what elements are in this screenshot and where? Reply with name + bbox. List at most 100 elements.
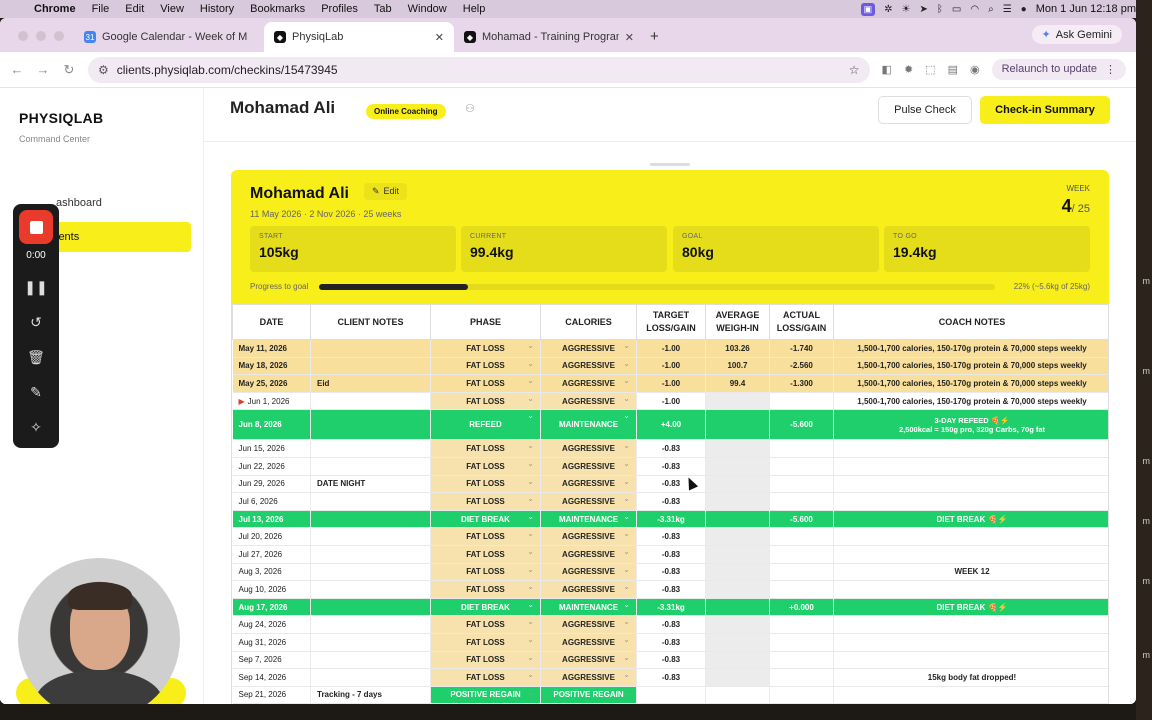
cell-target[interactable]: -0.83 [636, 580, 706, 599]
cell-coach-notes[interactable]: DIET BREAK 🍕⚡ [833, 510, 1108, 529]
table-row[interactable]: Jul 6, 2026 FAT LOSSAGGRESSIVE-0.83 [232, 492, 1108, 511]
cell-phase-select[interactable]: FAT LOSS [430, 392, 541, 411]
cell-client-notes[interactable]: Eid [310, 374, 431, 393]
cell-calories-select[interactable]: AGGRESSIVE [540, 374, 637, 393]
cell-actual[interactable] [769, 457, 834, 476]
cell-average-weigh-in[interactable] [705, 563, 770, 582]
cell-average-weigh-in[interactable] [705, 668, 770, 687]
cell-actual[interactable]: -5.600 [769, 510, 834, 529]
cell-client-notes[interactable] [310, 563, 431, 582]
cell-average-weigh-in[interactable] [705, 615, 770, 634]
cell-target[interactable]: -0.83 [636, 633, 706, 652]
table-row[interactable]: Aug 31, 2026 FAT LOSSAGGRESSIVE-0.83 [232, 633, 1108, 652]
cell-actual[interactable] [769, 686, 834, 704]
cell-coach-notes[interactable] [833, 651, 1108, 670]
profile-avatar-icon[interactable]: ◉ [970, 63, 980, 76]
cell-average-weigh-in[interactable] [705, 545, 770, 564]
cell-calories-select[interactable]: AGGRESSIVE [540, 580, 637, 599]
cell-target[interactable]: -1.00 [636, 339, 706, 358]
cell-average-weigh-in[interactable] [705, 580, 770, 599]
restart-icon[interactable]: ↺ [30, 314, 42, 331]
header-actual[interactable]: ACTUAL LOSS/GAIN [769, 304, 834, 340]
table-row[interactable]: Aug 3, 2026 FAT LOSSAGGRESSIVE-0.83 WEEK 1… [232, 563, 1108, 582]
menu-history[interactable]: History [192, 3, 242, 15]
cell-coach-notes[interactable]: 15kg body fat dropped! [833, 668, 1108, 687]
header-date[interactable]: DATE [232, 304, 311, 340]
cell-coach-notes[interactable] [833, 633, 1108, 652]
cell-average-weigh-in[interactable] [705, 457, 770, 476]
menu-view[interactable]: View [152, 3, 192, 15]
battery-icon[interactable]: ▭ [952, 4, 961, 15]
cell-phase-select[interactable]: FAT LOSS [430, 527, 541, 546]
cell-phase-select[interactable]: POSITIVE REGAIN [430, 686, 541, 704]
cell-calories-select[interactable]: AGGRESSIVE [540, 563, 637, 582]
menu-profiles[interactable]: Profiles [313, 3, 366, 15]
cell-actual[interactable] [769, 392, 834, 411]
screen-record-icon[interactable]: ▣ [860, 2, 876, 16]
header-phase[interactable]: PHASE [430, 304, 541, 340]
cell-actual[interactable] [769, 633, 834, 652]
cell-client-notes[interactable] [310, 651, 431, 670]
cell-target[interactable]: -0.83 [636, 527, 706, 546]
cell-phase-select[interactable]: REFEED [430, 409, 541, 441]
cell-average-weigh-in[interactable] [705, 527, 770, 546]
menu-bookmarks[interactable]: Bookmarks [242, 3, 313, 15]
cell-calories-select[interactable]: AGGRESSIVE [540, 633, 637, 652]
tab-google-calendar[interactable]: 31 Google Calendar - Week of M [74, 22, 264, 52]
cell-calories-select[interactable]: AGGRESSIVE [540, 457, 637, 476]
cell-calories-select[interactable]: MAINTENANCE [540, 598, 637, 617]
cell-actual[interactable] [769, 563, 834, 582]
table-row[interactable]: Aug 24, 2026 FAT LOSSAGGRESSIVE-0.83 [232, 615, 1108, 634]
cell-actual[interactable] [769, 492, 834, 511]
cell-calories-select[interactable]: AGGRESSIVE [540, 615, 637, 634]
cell-coach-notes[interactable]: 1,500-1,700 calories, 150-170g protein &… [833, 392, 1108, 411]
cell-actual[interactable]: -2.560 [769, 357, 834, 376]
cell-client-notes[interactable] [310, 527, 431, 546]
menu-tab[interactable]: Tab [366, 3, 400, 15]
cell-target[interactable]: -0.83 [636, 563, 706, 582]
cell-coach-notes[interactable]: 1,500-1,700 calories, 150-170g protein &… [833, 339, 1108, 358]
header-client-notes[interactable]: CLIENT NOTES [310, 304, 431, 340]
user-icon[interactable]: ⚇ [465, 102, 475, 115]
cell-calories-select[interactable]: AGGRESSIVE [540, 357, 637, 376]
cell-average-weigh-in[interactable]: 100.7 [705, 357, 770, 376]
cell-target[interactable]: -0.83 [636, 457, 706, 476]
cell-average-weigh-in[interactable] [705, 439, 770, 458]
cell-target[interactable] [636, 686, 706, 704]
tab-training-program[interactable]: ◆ Mohamad - Training Program ✕ [454, 22, 644, 52]
maximize-window-icon[interactable] [54, 31, 64, 41]
close-tab-icon[interactable]: ✕ [435, 31, 444, 44]
cell-phase-select[interactable]: FAT LOSS [430, 475, 541, 494]
extension-puzzle-icon[interactable]: ◧ [882, 63, 892, 76]
menu-file[interactable]: File [84, 3, 118, 15]
menu-window[interactable]: Window [400, 3, 455, 15]
table-row[interactable]: May 18, 2026 FAT LOSSAGGRESSIVE-1.00100.7… [232, 357, 1108, 376]
siri-icon[interactable]: ● [1021, 4, 1027, 15]
cell-phase-select[interactable]: DIET BREAK [430, 598, 541, 617]
back-icon[interactable]: ← [10, 62, 24, 77]
cell-phase-select[interactable]: FAT LOSS [430, 615, 541, 634]
cell-client-notes[interactable] [310, 457, 431, 476]
menu-kebab-icon[interactable]: ⋮ [1105, 63, 1116, 76]
stop-recording-button[interactable] [19, 210, 53, 244]
cell-calories-select[interactable]: AGGRESSIVE [540, 651, 637, 670]
effects-icon[interactable]: ✧ [30, 419, 42, 436]
cell-coach-notes[interactable] [833, 580, 1108, 599]
vpn-icon[interactable]: ➤ [920, 4, 928, 15]
cell-client-notes[interactable] [310, 633, 431, 652]
cell-target[interactable]: -3.31kg [636, 598, 706, 617]
tab-physiqlab[interactable]: ◆ PhysiqLab ✕ [264, 22, 454, 52]
menu-help[interactable]: Help [455, 3, 494, 15]
cell-target[interactable]: -0.83 [636, 545, 706, 564]
table-row[interactable]: Jul 13, 2026 DIET BREAKMAINTENANCE-3.31kg… [232, 510, 1108, 529]
cell-coach-notes[interactable] [833, 439, 1108, 458]
cell-actual[interactable]: -1.300 [769, 374, 834, 393]
cell-phase-select[interactable]: FAT LOSS [430, 580, 541, 599]
menu-app[interactable]: Chrome [30, 3, 84, 15]
cell-average-weigh-in[interactable] [705, 633, 770, 652]
cell-coach-notes[interactable] [833, 475, 1108, 494]
table-row[interactable]: Aug 17, 2026 DIET BREAKMAINTENANCE-3.31kg… [232, 598, 1108, 617]
cell-client-notes[interactable] [310, 580, 431, 599]
checkin-summary-button[interactable]: Check-in Summary [980, 96, 1110, 124]
cell-coach-notes[interactable] [833, 545, 1108, 564]
